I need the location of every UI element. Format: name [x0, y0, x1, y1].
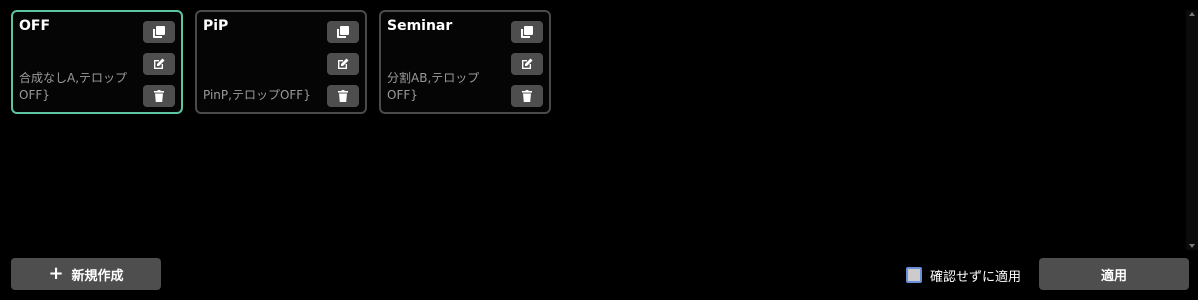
- preset-description: PinP,テロップOFF}: [203, 88, 311, 102]
- edit-icon: [522, 58, 533, 69]
- plus-icon: +: [48, 263, 64, 284]
- trash-icon: [154, 90, 164, 102]
- copy-icon: [521, 26, 533, 38]
- apply-without-confirm-label: 確認せずに適用: [930, 269, 1022, 285]
- edit-icon: [154, 58, 165, 69]
- apply-without-confirm-checkbox[interactable]: [906, 267, 922, 283]
- apply-without-confirm-toggle[interactable]: 確認せずに適用: [906, 265, 1021, 285]
- preset-card-off[interactable]: OFF 合成なしA,テロップOFF}: [11, 10, 183, 114]
- preset-description: 合成なしA,テロップOFF}: [19, 71, 128, 102]
- apply-button[interactable]: 適用: [1039, 258, 1189, 290]
- preset-title: PiP: [203, 18, 229, 34]
- edit-icon: [338, 58, 349, 69]
- new-preset-button[interactable]: + 新規作成: [11, 258, 161, 290]
- duplicate-button[interactable]: [327, 21, 359, 43]
- preset-card-pip[interactable]: PiP PinP,テロップOFF}: [195, 10, 367, 114]
- delete-button[interactable]: [327, 85, 359, 107]
- trash-icon: [522, 90, 532, 102]
- edit-button[interactable]: [511, 53, 543, 75]
- trash-icon: [338, 90, 348, 102]
- preset-title: Seminar: [387, 18, 453, 34]
- new-preset-label: 新規作成: [71, 268, 124, 284]
- delete-button[interactable]: [511, 85, 543, 107]
- duplicate-button[interactable]: [511, 21, 543, 43]
- preset-card-seminar[interactable]: Seminar 分割AB,テロップOFF}: [379, 10, 551, 114]
- edit-button[interactable]: [143, 53, 175, 75]
- copy-icon: [337, 26, 349, 38]
- vertical-scrollbar[interactable]: [1186, 10, 1198, 250]
- duplicate-button[interactable]: [143, 21, 175, 43]
- edit-button[interactable]: [327, 53, 359, 75]
- preset-title: OFF: [19, 18, 51, 34]
- delete-button[interactable]: [143, 85, 175, 107]
- scroll-down-icon[interactable]: [1189, 244, 1195, 248]
- preset-description: 分割AB,テロップOFF}: [387, 71, 480, 102]
- copy-icon: [153, 26, 165, 38]
- scroll-up-icon[interactable]: [1189, 12, 1195, 16]
